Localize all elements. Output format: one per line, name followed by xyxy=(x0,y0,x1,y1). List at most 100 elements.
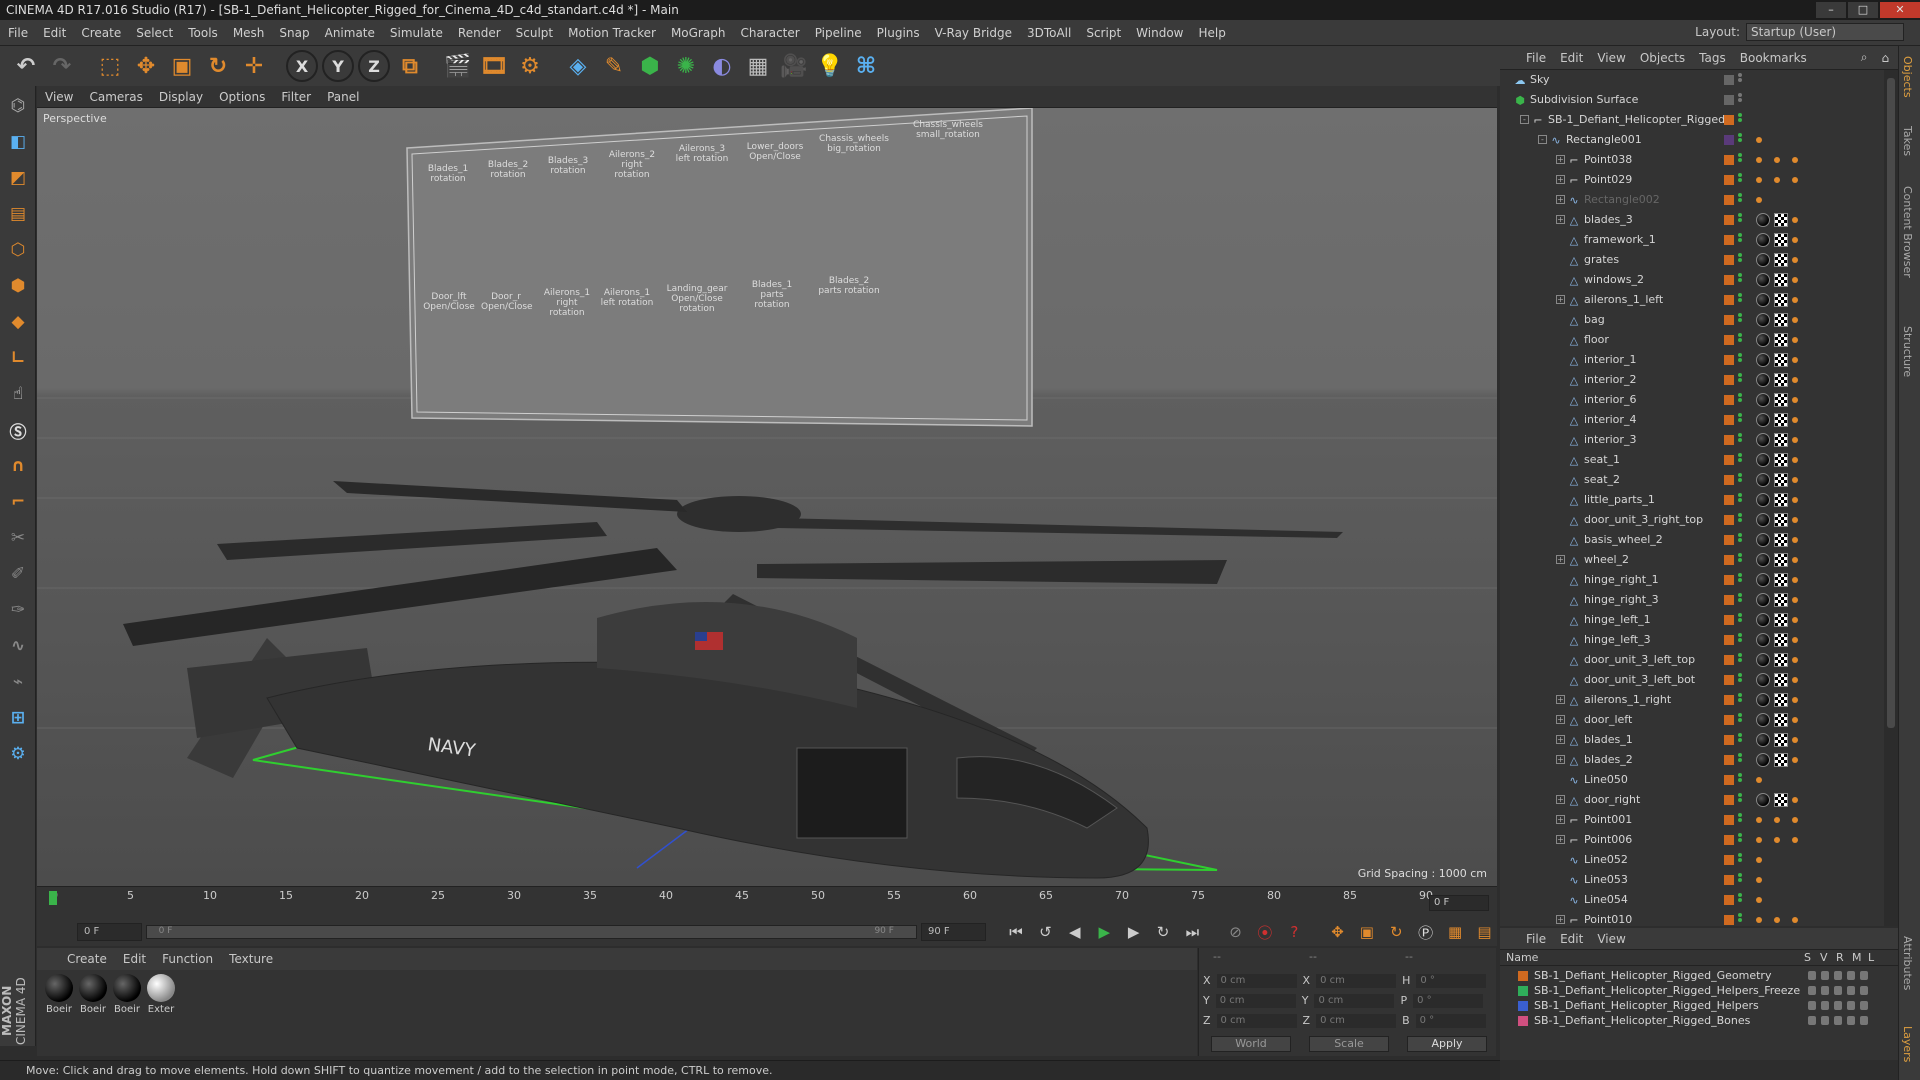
visibility-dots-icon[interactable] xyxy=(1738,132,1744,146)
axis-x-icon[interactable]: X xyxy=(286,50,318,82)
menu-sculpt[interactable]: Sculpt xyxy=(516,26,553,40)
layer-color-swatch[interactable] xyxy=(1724,515,1734,525)
object-name[interactable]: interior_3 xyxy=(1584,433,1636,446)
object-name[interactable]: interior_2 xyxy=(1584,373,1636,386)
object-menu-view[interactable]: View xyxy=(1597,51,1625,65)
layer-color-swatch[interactable] xyxy=(1724,415,1734,425)
object-tag-icon[interactable] xyxy=(1792,697,1798,703)
object-tag-icon[interactable] xyxy=(1756,177,1762,183)
object-tag-icon[interactable] xyxy=(1774,917,1780,923)
object-row[interactable]: △ door_unit_3_left_top xyxy=(1500,650,1884,670)
visibility-dots-icon[interactable] xyxy=(1738,532,1744,546)
layer-color-swatch[interactable] xyxy=(1724,855,1734,865)
manager-toggle-icon[interactable] xyxy=(1847,1016,1855,1025)
layer-color-swatch[interactable] xyxy=(1724,875,1734,885)
tweak-icon[interactable]: ☝ xyxy=(3,378,33,410)
end-frame-field[interactable]: 90 F xyxy=(920,923,986,941)
visibility-dots-icon[interactable] xyxy=(1738,592,1744,606)
undo-icon[interactable]: ↶ xyxy=(10,50,42,82)
expand-toggle-icon[interactable]: + xyxy=(1556,295,1565,304)
layer-color-swatch[interactable] xyxy=(1724,575,1734,585)
material-swatch[interactable]: Boeir xyxy=(77,974,109,1015)
floor-icon[interactable]: ▦ xyxy=(742,50,774,82)
object-name[interactable]: Line053 xyxy=(1584,873,1628,886)
object-tag-icon[interactable] xyxy=(1774,253,1788,267)
expand-toggle-icon[interactable]: + xyxy=(1556,815,1565,824)
object-row[interactable]: △ seat_2 xyxy=(1500,470,1884,490)
redo-icon[interactable]: ↷ xyxy=(46,50,78,82)
layer-color-swatch[interactable] xyxy=(1724,115,1734,125)
visibility-dots-icon[interactable] xyxy=(1738,712,1744,726)
layer-color-swatch[interactable] xyxy=(1518,985,1528,996)
layer-color-swatch[interactable] xyxy=(1724,455,1734,465)
visibility-dots-icon[interactable] xyxy=(1738,572,1744,586)
size-y-field[interactable]: 0 cm xyxy=(1314,994,1395,1008)
layer-menu-view[interactable]: View xyxy=(1597,932,1625,946)
tab-objects[interactable]: Objects xyxy=(1901,56,1914,98)
object-tag-icon[interactable] xyxy=(1774,333,1788,347)
layer-color-swatch[interactable] xyxy=(1724,295,1734,305)
render-toggle-icon[interactable] xyxy=(1834,986,1842,995)
object-row[interactable]: + △ wheel_2 xyxy=(1500,550,1884,570)
object-row[interactable]: ∿ Line054 xyxy=(1500,890,1884,910)
object-tag-icon[interactable] xyxy=(1792,457,1798,463)
visibility-dots-icon[interactable] xyxy=(1738,292,1744,306)
object-tag-icon[interactable] xyxy=(1756,353,1770,367)
object-tag-icon[interactable] xyxy=(1756,273,1770,287)
visibility-dots-icon[interactable] xyxy=(1738,432,1744,446)
object-tag-icon[interactable] xyxy=(1756,213,1770,227)
render-settings-icon[interactable]: ⚙ xyxy=(514,50,546,82)
visibility-dots-icon[interactable] xyxy=(1738,152,1744,166)
object-tag-icon[interactable] xyxy=(1756,817,1762,823)
view-toggle-icon[interactable] xyxy=(1821,986,1829,995)
grid-icon[interactable]: ⌁ xyxy=(3,666,33,698)
perspective-viewport[interactable]: Perspective NAVY Blades_1 rotation Blade… xyxy=(37,108,1497,886)
manager-toggle-icon[interactable] xyxy=(1847,971,1855,980)
visibility-dots-icon[interactable] xyxy=(1738,552,1744,566)
visibility-dots-icon[interactable] xyxy=(1738,872,1744,886)
layer-color-swatch[interactable] xyxy=(1724,835,1734,845)
render-toggle-icon[interactable] xyxy=(1834,1016,1842,1025)
layer-color-swatch[interactable] xyxy=(1724,315,1734,325)
object-row[interactable]: + △ door_left xyxy=(1500,710,1884,730)
object-tag-icon[interactable] xyxy=(1774,157,1780,163)
object-tag-icon[interactable] xyxy=(1792,517,1798,523)
tab-attributes[interactable]: Attributes xyxy=(1901,936,1914,990)
expand-toggle-icon[interactable]: + xyxy=(1556,835,1565,844)
object-name[interactable]: Rectangle001 xyxy=(1566,133,1642,146)
object-row[interactable]: △ windows_2 xyxy=(1500,270,1884,290)
expand-toggle-icon[interactable]: + xyxy=(1556,215,1565,224)
object-row[interactable]: △ hinge_right_3 xyxy=(1500,590,1884,610)
coord-system-icon[interactable]: ⧉ xyxy=(394,50,426,82)
sculpt-icon[interactable]: ✑ xyxy=(3,594,33,626)
object-tag-icon[interactable] xyxy=(1756,373,1770,387)
object-tag-icon[interactable] xyxy=(1756,673,1770,687)
object-tag-icon[interactable] xyxy=(1792,157,1798,163)
object-name[interactable]: interior_6 xyxy=(1584,393,1636,406)
tab-takes[interactable]: Takes xyxy=(1901,126,1914,156)
layer-row[interactable]: SB-1_Defiant_Helicopter_Rigged_Geometry xyxy=(1518,968,1868,983)
object-menu-file[interactable]: File xyxy=(1526,51,1546,65)
layer-color-swatch[interactable] xyxy=(1724,435,1734,445)
solo-toggle-icon[interactable] xyxy=(1808,986,1816,995)
visibility-dots-icon[interactable] xyxy=(1738,692,1744,706)
layer-color-swatch[interactable] xyxy=(1724,795,1734,805)
object-row[interactable]: △ framework_1 xyxy=(1500,230,1884,250)
object-row[interactable]: △ floor xyxy=(1500,330,1884,350)
object-name[interactable]: little_parts_1 xyxy=(1584,493,1655,506)
object-tag-icon[interactable] xyxy=(1774,673,1788,687)
object-tag-icon[interactable] xyxy=(1792,257,1798,263)
key-rotation-icon[interactable]: ↻ xyxy=(1384,921,1409,943)
object-tag-icon[interactable] xyxy=(1756,453,1770,467)
visibility-dots-icon[interactable] xyxy=(1738,652,1744,666)
object-tag-icon[interactable] xyxy=(1774,513,1788,527)
object-row[interactable]: △ interior_3 xyxy=(1500,430,1884,450)
layer-color-swatch[interactable] xyxy=(1724,235,1734,245)
object-tag-icon[interactable] xyxy=(1774,273,1788,287)
expand-toggle-icon[interactable]: - xyxy=(1538,135,1547,144)
object-tag-icon[interactable] xyxy=(1792,537,1798,543)
object-row[interactable]: ∿ Line050 xyxy=(1500,770,1884,790)
layer-toggles[interactable] xyxy=(1808,1016,1868,1025)
object-tag-icon[interactable] xyxy=(1792,717,1798,723)
layer-color-swatch[interactable] xyxy=(1518,970,1528,981)
